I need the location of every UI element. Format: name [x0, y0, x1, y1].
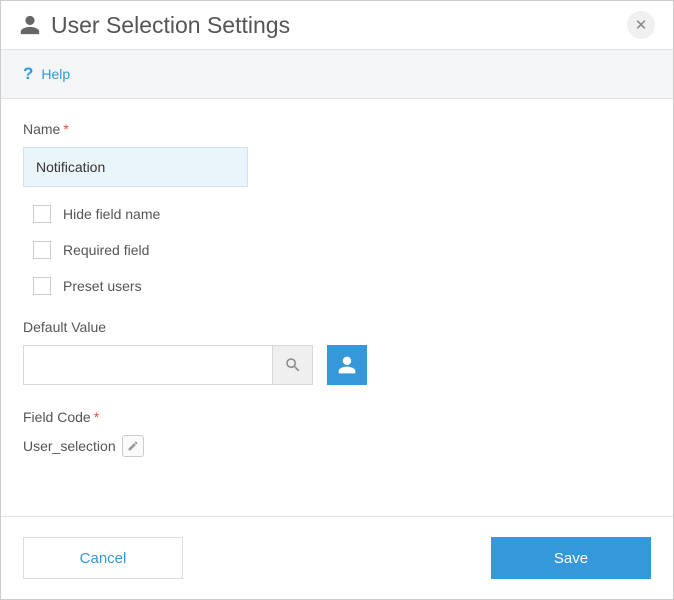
- default-value-row: [23, 345, 651, 385]
- name-input[interactable]: [23, 147, 248, 187]
- pencil-icon: [127, 440, 139, 452]
- field-code-row: User_selection: [23, 435, 651, 457]
- preset-users-row: Preset users: [33, 277, 651, 295]
- user-icon: [19, 14, 41, 36]
- name-field-group: Name*: [23, 121, 651, 187]
- hide-field-name-row: Hide field name: [33, 205, 651, 223]
- hide-field-name-checkbox[interactable]: [33, 205, 51, 223]
- field-code-label-text: Field Code: [23, 409, 91, 425]
- default-value-search-button[interactable]: [272, 346, 312, 384]
- save-button[interactable]: Save: [491, 537, 651, 579]
- required-field-row: Required field: [33, 241, 651, 259]
- default-value-label: Default Value: [23, 319, 651, 335]
- user-icon: [337, 355, 357, 375]
- required-asterisk: *: [63, 121, 68, 137]
- name-label: Name*: [23, 121, 651, 137]
- field-code-label: Field Code*: [23, 409, 651, 425]
- close-button[interactable]: ✕: [627, 11, 655, 39]
- preset-users-checkbox[interactable]: [33, 277, 51, 295]
- default-value-input-wrap: [23, 345, 313, 385]
- dialog: User Selection Settings ✕ ? Help Name* H…: [0, 0, 674, 600]
- default-value-user-button[interactable]: [327, 345, 367, 385]
- preset-users-label: Preset users: [63, 278, 142, 294]
- hide-field-name-label: Hide field name: [63, 206, 160, 222]
- field-code-group: Field Code* User_selection: [23, 409, 651, 457]
- field-code-edit-button[interactable]: [122, 435, 144, 457]
- required-field-label: Required field: [63, 242, 149, 258]
- help-link[interactable]: Help: [41, 66, 70, 82]
- close-icon: ✕: [635, 16, 648, 34]
- field-code-value: User_selection: [23, 438, 116, 454]
- default-value-group: Default Value: [23, 319, 651, 385]
- help-bar: ? Help: [1, 49, 673, 99]
- cancel-button[interactable]: Cancel: [23, 537, 183, 579]
- dialog-title: User Selection Settings: [51, 12, 627, 39]
- search-icon: [284, 356, 302, 374]
- required-field-checkbox[interactable]: [33, 241, 51, 259]
- dialog-header: User Selection Settings ✕: [1, 1, 673, 49]
- help-icon: ?: [23, 64, 33, 84]
- name-label-text: Name: [23, 121, 60, 137]
- dialog-content: Name* Hide field name Required field Pre…: [1, 99, 673, 516]
- required-asterisk: *: [94, 409, 99, 425]
- default-value-input[interactable]: [24, 346, 272, 384]
- dialog-footer: Cancel Save: [1, 516, 673, 599]
